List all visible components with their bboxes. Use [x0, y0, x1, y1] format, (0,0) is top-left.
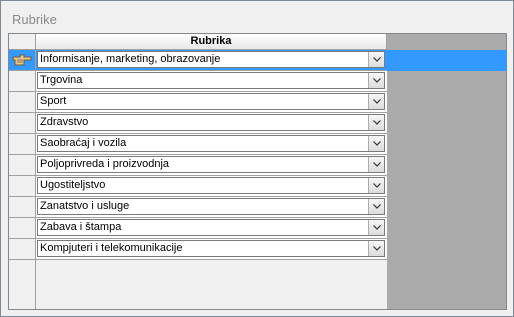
row-selector[interactable] [9, 239, 36, 260]
rubrika-dropdown[interactable]: Zabava i štampa [37, 219, 385, 236]
grid-header-row: Rubrika [9, 34, 387, 50]
chevron-down-icon [373, 99, 381, 104]
rubrika-dropdown[interactable]: Poljoprivreda i proizvodnja [37, 156, 385, 173]
chevron-down-icon [373, 57, 381, 62]
rubrika-value: Informisanje, marketing, obrazovanje [40, 53, 221, 65]
table-row[interactable]: Zabava i štampa [9, 218, 387, 239]
rubrika-dropdown[interactable]: Zanatstvo i usluge [37, 198, 385, 215]
table-row[interactable]: Zanatstvo i usluge [9, 197, 387, 218]
dropdown-button[interactable] [368, 115, 384, 130]
rubrika-cell[interactable]: Sport [36, 92, 387, 113]
rubrika-value: Zdravstvo [40, 116, 89, 128]
row-selector[interactable] [9, 50, 36, 71]
row-selector[interactable] [9, 176, 36, 197]
table-row[interactable]: Ugostiteljstvo [9, 176, 387, 197]
rubrika-cell[interactable]: Kompjuteri i telekomunikacije [36, 239, 387, 260]
dropdown-button[interactable] [368, 157, 384, 172]
rubrika-cell[interactable]: Ugostiteljstvo [36, 176, 387, 197]
rubrika-dropdown[interactable]: Ugostiteljstvo [37, 177, 385, 194]
window-title: Rubrike [12, 12, 57, 27]
rubrika-cell[interactable]: Zanatstvo i usluge [36, 197, 387, 218]
row-selector[interactable] [9, 218, 36, 239]
grid-empty-area [36, 260, 387, 309]
rubrika-value: Sport [40, 95, 67, 107]
rubrika-value: Ugostiteljstvo [40, 179, 106, 191]
rubrika-value: Zabava i štampa [40, 221, 122, 233]
chevron-down-icon [373, 141, 381, 146]
chevron-down-icon [373, 225, 381, 230]
chevron-down-icon [373, 204, 381, 209]
row-selector[interactable] [9, 113, 36, 134]
rubrika-cell[interactable]: Poljoprivreda i proizvodnja [36, 155, 387, 176]
dropdown-button[interactable] [368, 73, 384, 88]
dropdown-button[interactable] [368, 52, 384, 67]
rubrika-value: Kompjuteri i telekomunikacije [40, 242, 183, 254]
rubrika-dropdown[interactable]: Kompjuteri i telekomunikacije [37, 240, 385, 257]
table-row[interactable]: Informisanje, marketing, obrazovanje [9, 50, 507, 71]
rubrika-dropdown[interactable]: Informisanje, marketing, obrazovanje [37, 51, 385, 68]
dropdown-button[interactable] [368, 220, 384, 235]
new-row-selector[interactable] [9, 260, 36, 309]
title-bar: Rubrike [1, 1, 513, 37]
rubrika-dropdown[interactable]: Trgovina [37, 72, 385, 89]
rubrika-cell[interactable]: Zabava i štampa [36, 218, 387, 239]
rubrika-cell[interactable]: Zdravstvo [36, 113, 387, 134]
chevron-down-icon [373, 183, 381, 188]
chevron-down-icon [373, 246, 381, 251]
rubrika-value: Saobraćaj i vozila [40, 137, 127, 149]
rubrika-cell[interactable]: Saobraćaj i vozila [36, 134, 387, 155]
rubrika-cell[interactable]: Trgovina [36, 71, 387, 92]
grid-corner-header[interactable] [9, 34, 36, 50]
table-row[interactable]: Zdravstvo [9, 113, 387, 134]
table-row[interactable]: Kompjuteri i telekomunikacije [9, 239, 387, 260]
table-row[interactable]: Saobraćaj i vozila [9, 134, 387, 155]
pointing-hand-icon [12, 54, 32, 66]
rubrika-value: Trgovina [40, 74, 83, 86]
rubrika-dropdown[interactable]: Zdravstvo [37, 114, 385, 131]
rubrika-cell[interactable]: Informisanje, marketing, obrazovanje [36, 50, 387, 71]
dropdown-button[interactable] [368, 136, 384, 151]
row-selector[interactable] [9, 92, 36, 113]
table-row[interactable]: Poljoprivreda i proizvodnja [9, 155, 387, 176]
column-header-rubrika[interactable]: Rubrika [36, 34, 387, 50]
rubrika-value: Poljoprivreda i proizvodnja [40, 158, 170, 170]
row-selector[interactable] [9, 155, 36, 176]
dropdown-button[interactable] [368, 199, 384, 214]
dropdown-button[interactable] [368, 94, 384, 109]
chevron-down-icon [373, 78, 381, 83]
table-row[interactable]: Sport [9, 92, 387, 113]
rubrika-dropdown[interactable]: Saobraćaj i vozila [37, 135, 385, 152]
rubrike-window: Rubrike Rubrika Informisanje, marketing,… [0, 0, 514, 317]
dropdown-button[interactable] [368, 241, 384, 256]
row-selector[interactable] [9, 134, 36, 155]
row-selector[interactable] [9, 197, 36, 218]
rubrika-value: Zanatstvo i usluge [40, 200, 130, 212]
rubrika-dropdown[interactable]: Sport [37, 93, 385, 110]
chevron-down-icon [373, 162, 381, 167]
table-row[interactable]: Trgovina [9, 71, 387, 92]
rubrike-datagrid[interactable]: Rubrika Informisanje, marketing, obrazov… [8, 33, 507, 310]
row-selector[interactable] [9, 71, 36, 92]
dropdown-button[interactable] [368, 178, 384, 193]
chevron-down-icon [373, 120, 381, 125]
